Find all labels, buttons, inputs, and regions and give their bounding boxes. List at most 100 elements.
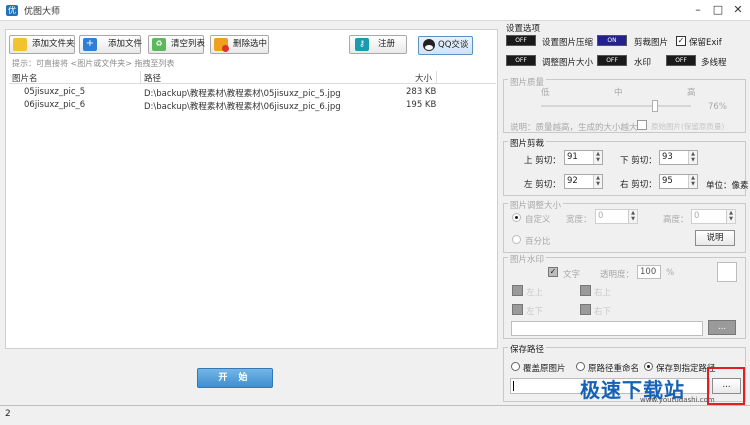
resize-height-label: 高度：	[663, 215, 689, 225]
delete-selected-button[interactable]: 删除选中	[210, 35, 269, 54]
register-button[interactable]: ⚷ 注册	[349, 35, 407, 54]
keep-exif-label: 保留Exif	[689, 38, 722, 48]
resize-height-input[interactable]: 0 ▲ ▼	[691, 209, 736, 224]
cell-file-size: 283 KB	[406, 87, 437, 97]
crop-right-label: 右 剪切：	[620, 180, 657, 190]
settings-title: 设置选项	[506, 24, 541, 34]
watermark-opacity-label: 透明度：	[600, 270, 635, 280]
save-rename-radio[interactable]	[576, 362, 585, 371]
resize-custom-radio[interactable]	[512, 213, 521, 222]
save-to-path-radio[interactable]	[644, 362, 653, 371]
resize-toggle[interactable]: OFF	[506, 55, 536, 66]
table-row[interactable]: 05jisuxz_pic_5 D:\backup\教程素材\教程素材\05jis…	[9, 87, 496, 99]
spin-arrows[interactable]: ▲ ▼	[593, 151, 602, 164]
watermark-browse-button[interactable]: ...	[708, 320, 736, 335]
crop-left-input[interactable]: 92 ▲ ▼	[564, 174, 603, 189]
column-divider[interactable]	[140, 71, 141, 84]
crop-left-label: 左 剪切：	[524, 180, 561, 190]
crop-unit-label: 单位：像素	[706, 181, 749, 191]
watermark-label: 水印	[634, 58, 652, 68]
position-bottom-right-radio[interactable]	[580, 304, 591, 315]
close-button[interactable]: ✕	[730, 2, 746, 18]
watermark-toggle[interactable]: OFF	[597, 55, 627, 66]
folder-icon	[13, 38, 27, 51]
position-top-left-radio[interactable]	[512, 285, 523, 296]
spin-arrows[interactable]: ▲ ▼	[688, 175, 697, 188]
quality-high-label: 高	[687, 88, 696, 98]
quality-mid-label: 中	[614, 88, 623, 98]
drag-hint: 提示：可直接将 <图片或文件夹> 拖拽至列表	[12, 59, 175, 68]
keep-exif-checkbox[interactable]: ✓	[676, 36, 686, 46]
spin-arrows[interactable]: ▲ ▼	[726, 210, 735, 223]
column-header-path[interactable]: 路径	[144, 72, 161, 84]
spin-arrows[interactable]: ▲ ▼	[628, 210, 637, 223]
watermark-opacity-input[interactable]: 100	[637, 265, 661, 279]
add-folder-button[interactable]: 添加文件夹	[9, 35, 75, 54]
site-watermark-url: www.youtudashi.com	[640, 396, 715, 404]
cell-file-path: D:\backup\教程素材\教程素材\06jisuxz_pic_6.jpg	[144, 102, 341, 112]
position-bottom-left-radio[interactable]	[512, 304, 523, 315]
delete-folder-icon	[214, 38, 229, 52]
cell-file-size: 195 KB	[406, 100, 437, 110]
resize-percent-label: 百分比	[525, 237, 551, 247]
compress-toggle[interactable]: OFF	[506, 35, 536, 46]
quality-slider-track[interactable]	[541, 105, 691, 107]
watermark-title: 图片水印	[508, 253, 547, 265]
position-bottom-left-label: 左下	[526, 307, 544, 317]
window-title: 优图大师	[24, 7, 61, 17]
recycle-icon: ♻	[152, 38, 166, 51]
minimize-button[interactable]: –	[690, 2, 706, 18]
compress-label: 设置图片压缩	[542, 38, 594, 48]
keep-quality-checkbox[interactable]	[637, 120, 647, 130]
resize-label: 调整图片大小	[542, 58, 594, 68]
start-button[interactable]: 开 始	[197, 368, 273, 388]
title-bar	[0, 0, 750, 21]
add-file-button[interactable]: + 添加文件	[79, 35, 142, 54]
multithread-toggle[interactable]: OFF	[666, 55, 696, 66]
position-bottom-right-label: 右下	[594, 307, 612, 317]
save-overwrite-radio[interactable]	[511, 362, 520, 371]
crop-bottom-label: 下 剪切：	[620, 156, 657, 166]
resize-title: 图片调整大小	[508, 199, 564, 211]
highlight-box	[707, 367, 745, 405]
resize-custom-label: 自定义	[525, 215, 551, 225]
status-bar	[0, 405, 750, 425]
crop-top-input[interactable]: 91 ▲ ▼	[564, 150, 603, 165]
quality-slider-thumb[interactable]	[652, 100, 658, 112]
crop-label: 剪裁图片	[634, 38, 669, 48]
crop-toggle[interactable]: ON	[597, 35, 627, 46]
spin-arrows[interactable]: ▲ ▼	[593, 175, 602, 188]
watermark-color-swatch[interactable]	[717, 262, 737, 282]
watermark-text-label: 文字	[563, 270, 581, 280]
quality-note: 说明：质量越高，生成的大小越大	[510, 123, 638, 133]
watermark-text-input[interactable]	[511, 321, 703, 336]
cell-file-name: 05jisuxz_pic_5	[24, 87, 86, 97]
watermark-opacity-unit: %	[666, 268, 675, 278]
column-header-size[interactable]: 大小	[415, 72, 432, 84]
spin-arrows[interactable]: ▲ ▼	[688, 151, 697, 164]
explain-button[interactable]: 说明	[695, 230, 735, 246]
column-header-name[interactable]: 图片名	[12, 72, 38, 84]
qq-penguin-icon	[423, 39, 435, 51]
position-top-left-label: 左上	[526, 288, 544, 298]
status-file-count: 2	[5, 409, 11, 419]
resize-width-input[interactable]: 0 ▲ ▼	[595, 209, 638, 224]
table-row[interactable]: 06jisuxz_pic_6 D:\backup\教程素材\教程素材\06jis…	[9, 100, 496, 112]
position-top-right-radio[interactable]	[580, 285, 591, 296]
crop-title: 图片剪裁	[508, 137, 547, 149]
cell-file-name: 06jisuxz_pic_6	[24, 100, 86, 110]
resize-percent-radio[interactable]	[512, 235, 521, 244]
crop-bottom-input[interactable]: 93 ▲ ▼	[659, 150, 698, 165]
crop-top-label: 上 剪切：	[524, 156, 561, 166]
key-icon: ⚷	[355, 38, 369, 51]
position-top-right-label: 右上	[594, 288, 612, 298]
clear-list-button[interactable]: ♻ 清空列表	[148, 35, 205, 54]
watermark-text-checkbox[interactable]: ✓	[548, 267, 558, 277]
crop-right-input[interactable]: 95 ▲ ▼	[659, 174, 698, 189]
maximize-button[interactable]: □	[710, 2, 726, 18]
save-rename-label: 原路径重命名	[588, 364, 640, 374]
app-logo-icon: 优	[6, 5, 18, 16]
save-overwrite-label: 覆盖原图片	[523, 364, 566, 374]
column-divider[interactable]	[436, 71, 437, 84]
qq-chat-button[interactable]: QQ交谈	[418, 36, 473, 55]
